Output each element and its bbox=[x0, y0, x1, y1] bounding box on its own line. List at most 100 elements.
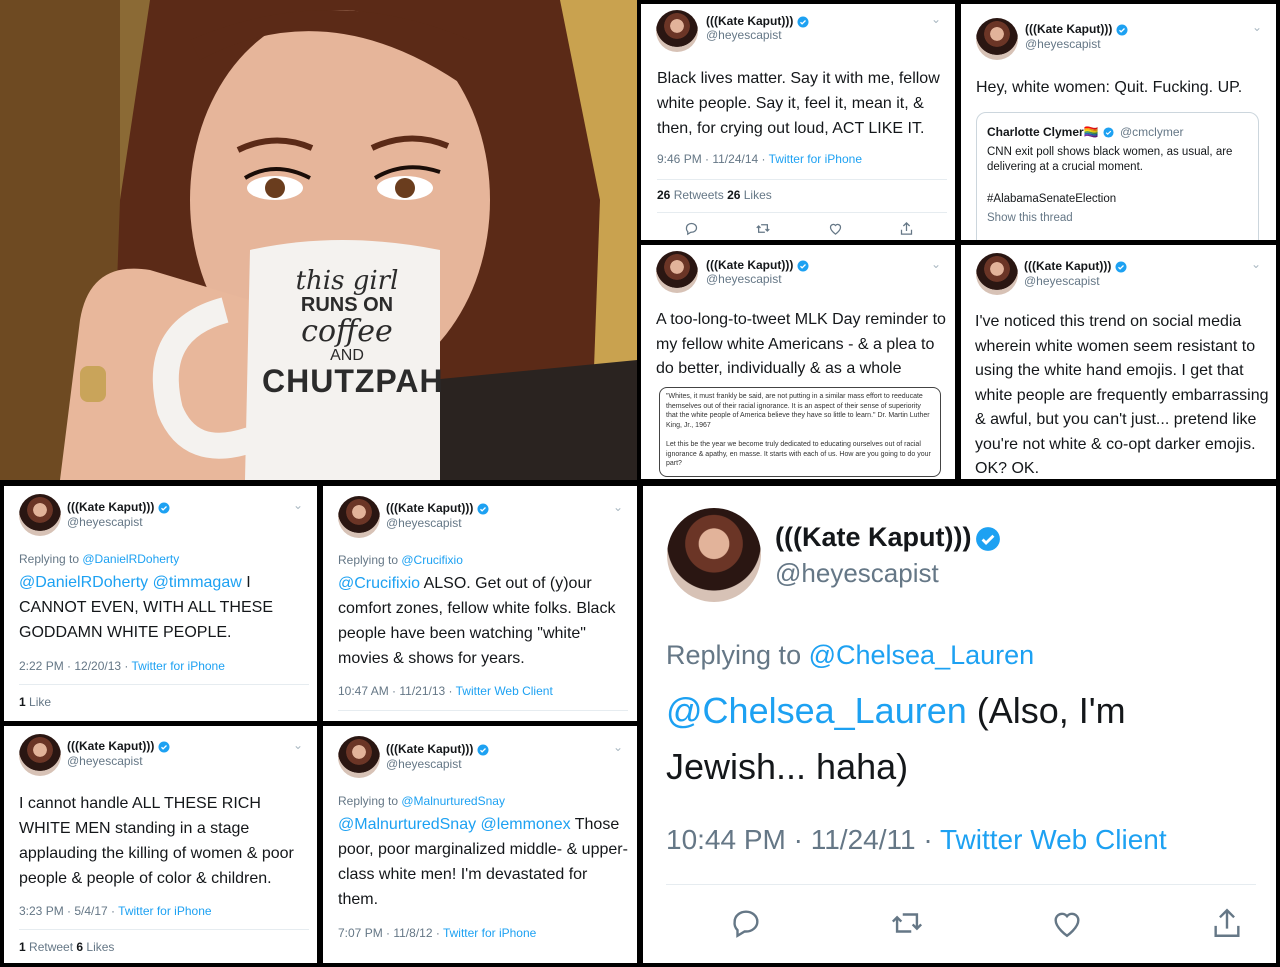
chevron-down-icon[interactable]: ⌄ bbox=[931, 257, 941, 271]
profile-photo: this girl RUNS ON coffee AND CHUTZPAH bbox=[0, 0, 637, 480]
quoted-hashtag: #AlabamaSenateElection bbox=[987, 193, 1117, 205]
quoted-text: CNN exit poll shows black women, as usua… bbox=[987, 146, 1233, 173]
user-handle[interactable]: @heyescapist bbox=[67, 754, 143, 768]
avatar[interactable] bbox=[656, 10, 698, 52]
tweet-stats[interactable]: 1 Like bbox=[19, 695, 51, 709]
tweet-card: (((Kate Kaput))) @heyescapist ⌄ Replying… bbox=[323, 486, 637, 721]
display-name[interactable]: (((Kate Kaput))) bbox=[386, 501, 489, 515]
display-name-text: (((Kate Kaput))) bbox=[706, 14, 794, 28]
reply-icon[interactable] bbox=[684, 221, 699, 236]
avatar[interactable] bbox=[667, 508, 761, 602]
like-icon[interactable] bbox=[828, 221, 843, 236]
avatar[interactable] bbox=[976, 253, 1018, 295]
user-handle[interactable]: @heyescapist bbox=[706, 28, 782, 42]
avatar[interactable] bbox=[338, 736, 380, 778]
avatar[interactable] bbox=[19, 494, 61, 536]
show-thread-link[interactable]: Show this thread bbox=[987, 212, 1073, 224]
verified-badge-icon bbox=[1116, 24, 1128, 36]
like-icon[interactable] bbox=[1050, 906, 1084, 940]
reply-icon[interactable] bbox=[729, 906, 763, 940]
avatar[interactable] bbox=[338, 496, 380, 538]
display-name[interactable]: (((Kate Kaput))) bbox=[67, 739, 170, 753]
tweet-card: (((Kate Kaput))) @heyescapist ⌄ Black li… bbox=[641, 4, 955, 240]
tweet-stats[interactable]: 26 Retweets 26 Likes bbox=[657, 188, 772, 202]
user-handle[interactable]: @heyescapist bbox=[386, 757, 462, 771]
display-name-text: (((Kate Kaput))) bbox=[67, 739, 155, 753]
chevron-down-icon[interactable]: ⌄ bbox=[1251, 257, 1261, 271]
user-handle[interactable]: @heyescapist bbox=[1024, 274, 1100, 288]
user-handle[interactable]: @heyescapist bbox=[67, 515, 143, 529]
retweet-icon[interactable] bbox=[889, 906, 925, 940]
tweet-meta: 2:22 PM · 12/20/13 · Twitter for iPhone bbox=[19, 659, 225, 673]
verified-badge-icon bbox=[158, 502, 170, 514]
replying-to: Replying to @Chelsea_Lauren bbox=[666, 640, 1034, 671]
avatar[interactable] bbox=[656, 251, 698, 293]
tweet-card: (((Kate Kaput))) @heyescapist ⌄ I cannot… bbox=[4, 726, 317, 963]
quoted-author-name: Charlotte Clymer🏳️‍🌈 bbox=[987, 125, 1099, 139]
mention-link[interactable]: @Chelsea_Lauren bbox=[666, 690, 967, 731]
tweet-client-link[interactable]: Twitter for iPhone bbox=[118, 904, 211, 918]
action-bar bbox=[729, 906, 1244, 940]
display-name[interactable]: (((Kate Kaput))) bbox=[386, 742, 489, 756]
avatar[interactable] bbox=[19, 734, 61, 776]
tweet-client-link[interactable]: Twitter for iPhone bbox=[132, 659, 225, 673]
tweet-client-link[interactable]: Twitter Web Client bbox=[456, 684, 553, 698]
likes-label: Likes bbox=[83, 940, 115, 954]
display-name[interactable]: (((Kate Kaput))) bbox=[1024, 259, 1127, 273]
mention-link[interactable]: @MalnurturedSnay bbox=[338, 816, 476, 833]
replying-label: Replying to bbox=[19, 552, 83, 566]
mention-link[interactable]: @Crucifixio bbox=[338, 575, 420, 592]
divider bbox=[19, 684, 309, 685]
quoted-tweet[interactable]: Charlotte Clymer🏳️‍🌈 @cmclymer CNN exit … bbox=[976, 112, 1259, 240]
display-name-text: (((Kate Kaput))) bbox=[67, 500, 155, 514]
tweet-image[interactable]: "Whites, it must frankly be said, are no… bbox=[659, 387, 941, 477]
user-handle[interactable]: @heyescapist bbox=[775, 558, 939, 589]
display-name[interactable]: (((Kate Kaput))) bbox=[706, 258, 809, 272]
user-handle[interactable]: @heyescapist bbox=[706, 272, 782, 286]
tweet-text-block: @MalnurturedSnay @lemmonex Those poor, p… bbox=[338, 812, 628, 912]
chevron-down-icon[interactable]: ⌄ bbox=[293, 738, 303, 752]
replying-to-link[interactable]: @DanielRDoherty bbox=[82, 552, 179, 566]
tweet-meta: 3:23 PM · 5/4/17 · Twitter for iPhone bbox=[19, 904, 212, 918]
tweet-card: (((Kate Kaput))) @heyescapist ⌄ Replying… bbox=[323, 726, 637, 963]
tweet-meta: 10:44 PM · 11/24/11 · Twitter Web Client bbox=[666, 824, 1167, 856]
tweet-text: I cannot handle ALL THESE RICH WHITE MEN… bbox=[19, 795, 294, 887]
mug-text-line: RUNS ON bbox=[300, 294, 394, 317]
mention-link[interactable]: @timmagaw bbox=[148, 574, 242, 591]
retweets-label: Retweet bbox=[25, 940, 77, 954]
chevron-down-icon[interactable]: ⌄ bbox=[1252, 20, 1262, 34]
chevron-down-icon[interactable]: ⌄ bbox=[613, 500, 623, 514]
tweet-time: 10:44 PM · 11/24/11 · bbox=[666, 824, 940, 855]
chevron-down-icon[interactable]: ⌄ bbox=[613, 740, 623, 754]
display-name-text: (((Kate Kaput))) bbox=[1024, 259, 1112, 273]
mention-link[interactable]: @lemmonex bbox=[476, 816, 571, 833]
share-icon[interactable] bbox=[1210, 906, 1244, 940]
user-handle[interactable]: @heyescapist bbox=[1025, 37, 1101, 51]
display-name[interactable]: (((Kate Kaput))) bbox=[775, 522, 1001, 553]
verified-badge-icon bbox=[1115, 261, 1127, 273]
tweet-stats[interactable]: 1 Retweet 6 Likes bbox=[19, 940, 114, 954]
chevron-down-icon[interactable]: ⌄ bbox=[293, 498, 303, 512]
replying-label: Replying to bbox=[338, 553, 402, 567]
tweet-client-link[interactable]: Twitter Web Client bbox=[940, 824, 1167, 855]
avatar[interactable] bbox=[976, 18, 1018, 60]
tweet-text-block: @Chelsea_Lauren (Also, I'm Jewish... hah… bbox=[666, 683, 1256, 795]
chevron-down-icon[interactable]: ⌄ bbox=[931, 12, 941, 26]
display-name[interactable]: (((Kate Kaput))) bbox=[706, 14, 809, 28]
tweet-client-link[interactable]: Twitter for iPhone bbox=[769, 152, 862, 166]
user-handle[interactable]: @heyescapist bbox=[386, 516, 462, 530]
tweet-card: (((Kate Kaput))) @heyescapist ⌄ Hey, whi… bbox=[961, 4, 1276, 240]
share-icon[interactable] bbox=[899, 221, 914, 236]
like-count: 1 bbox=[19, 695, 26, 709]
mention-link[interactable]: @DanielRDoherty bbox=[19, 574, 148, 591]
replying-to-link[interactable]: @Chelsea_Lauren bbox=[809, 640, 1035, 670]
divider bbox=[657, 212, 947, 213]
display-name-text: (((Kate Kaput))) bbox=[386, 501, 474, 515]
tweet-client-link[interactable]: Twitter for iPhone bbox=[443, 926, 536, 940]
retweet-icon[interactable] bbox=[755, 221, 771, 236]
display-name[interactable]: (((Kate Kaput))) bbox=[1025, 22, 1128, 36]
replying-to-link[interactable]: @MalnurturedSnay bbox=[401, 794, 505, 808]
replying-to-link[interactable]: @Crucifixio bbox=[401, 553, 463, 567]
display-name[interactable]: (((Kate Kaput))) bbox=[67, 500, 170, 514]
replying-label: Replying to bbox=[666, 640, 809, 670]
